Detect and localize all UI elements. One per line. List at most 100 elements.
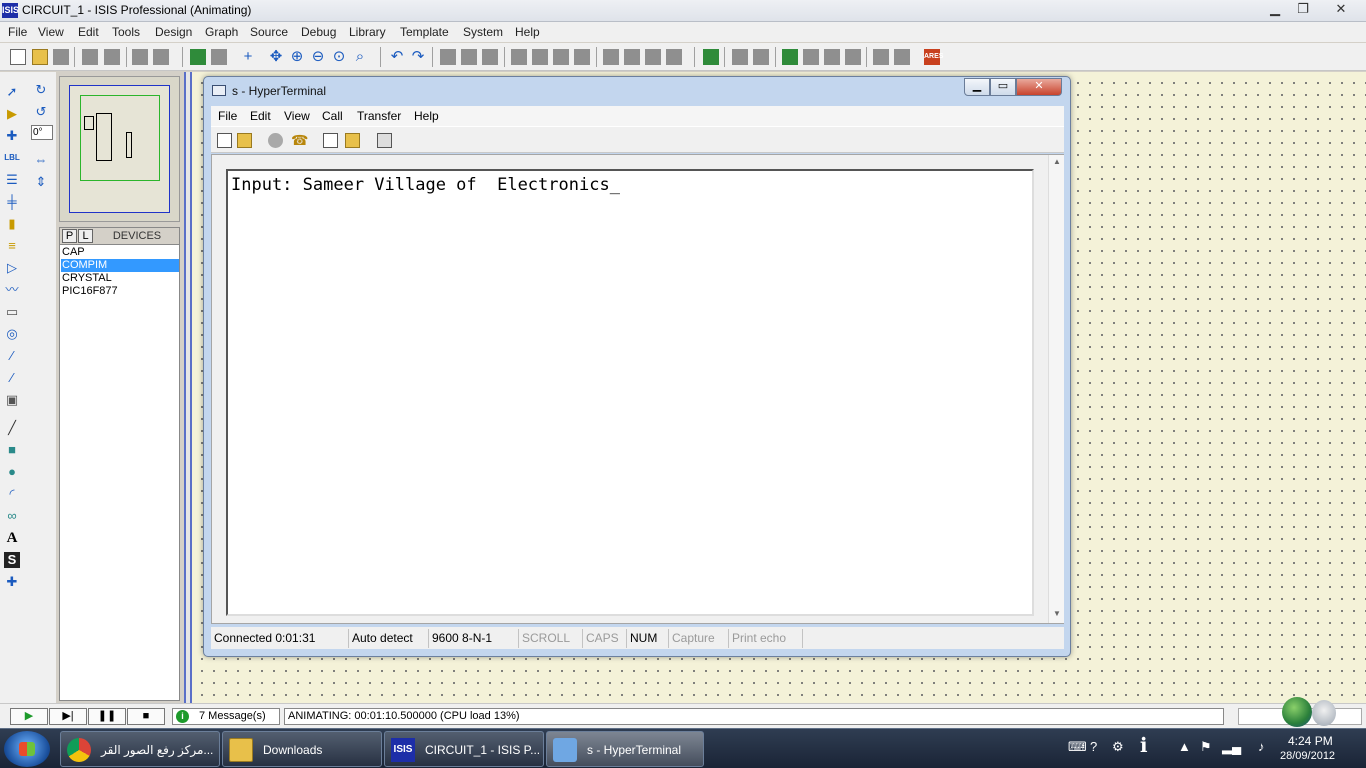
save-icon[interactable] <box>53 49 69 65</box>
device-pin-icon[interactable]: ▷ <box>4 260 20 276</box>
arc-icon[interactable]: ◜ <box>4 486 20 502</box>
menu-library[interactable]: Library <box>349 25 386 39</box>
junction-icon[interactable]: ✚ <box>4 128 20 144</box>
ares-icon[interactable]: ARES <box>924 49 943 65</box>
close-button[interactable]: ✕ <box>1320 1 1362 19</box>
paste-icon[interactable] <box>482 49 498 65</box>
scroll-up-icon[interactable]: ▲ <box>1049 157 1065 166</box>
device-item[interactable]: CRYSTAL <box>61 272 179 285</box>
task-isis[interactable]: ISIS CIRCUIT_1 - ISIS P... <box>384 731 544 767</box>
erc-icon[interactable] <box>824 49 840 65</box>
zoom-all-icon[interactable]: ⊙ <box>331 49 347 65</box>
help-icon[interactable]: ? <box>1090 739 1097 754</box>
zoom-out-icon[interactable]: ⊖ <box>310 49 326 65</box>
ht-vertical-scrollbar[interactable]: ▲ ▼ <box>1048 155 1064 623</box>
zoom-area-icon[interactable]: ⌕ <box>352 49 368 65</box>
clock-time[interactable]: 4:24 PM <box>1288 734 1333 748</box>
path-icon[interactable]: ∞ <box>4 508 20 524</box>
step-button[interactable]: ▶| <box>49 708 87 725</box>
property-tool-icon[interactable] <box>753 49 769 65</box>
play-button[interactable]: ▶ <box>10 708 48 725</box>
print-icon[interactable] <box>132 49 148 65</box>
mirror-x-icon[interactable]: ⇔ <box>33 152 49 168</box>
scroll-down-icon[interactable]: ▼ <box>1049 609 1065 618</box>
menu-design[interactable]: Design <box>155 25 192 39</box>
receive-icon[interactable] <box>345 133 360 148</box>
block-delete-icon[interactable] <box>574 49 590 65</box>
voltage-probe-icon[interactable]: ⁄ <box>4 348 20 364</box>
refresh-icon[interactable] <box>190 49 206 65</box>
tape-recorder-icon[interactable]: ▭ <box>4 304 20 320</box>
menu-graph[interactable]: Graph <box>205 25 238 39</box>
select-icon[interactable]: ➚ <box>4 84 20 100</box>
netlist-icon[interactable] <box>782 49 798 65</box>
hyperterminal-title-bar[interactable]: s - HyperTerminal ▁ ▭ ✕ <box>204 77 1070 105</box>
print-setup-icon[interactable] <box>153 49 169 65</box>
terminal-icon[interactable]: ≡ <box>4 238 20 254</box>
graph-icon[interactable]: 〰 <box>4 282 20 298</box>
design-explorer-icon[interactable] <box>894 49 910 65</box>
symbol-icon[interactable]: S <box>4 552 20 568</box>
signal-icon[interactable]: ▂▄ <box>1222 739 1241 755</box>
current-probe-icon[interactable]: ⁄ <box>4 370 20 386</box>
make-device-icon[interactable] <box>624 49 640 65</box>
virtual-instrument-icon[interactable]: ▣ <box>4 392 20 408</box>
menu-system[interactable]: System <box>463 25 503 39</box>
import-icon[interactable] <box>82 49 98 65</box>
origin-icon[interactable]: + <box>240 49 256 65</box>
network-icon[interactable]: ⚙ <box>1112 739 1124 755</box>
maximize-button[interactable]: ❐ <box>1290 1 1316 19</box>
subcircuit-icon[interactable]: ▮ <box>4 216 20 232</box>
ht-terminal-screen[interactable]: Input: Sameer Village of Electronics_ <box>226 169 1034 616</box>
zoom-in-icon[interactable]: ⊕ <box>289 49 305 65</box>
undo-icon[interactable]: ↶ <box>389 49 405 65</box>
device-item[interactable]: CAP <box>61 246 179 259</box>
ht-maximize-button[interactable]: ▭ <box>990 78 1016 96</box>
block-rotate-icon[interactable] <box>553 49 569 65</box>
copy-icon[interactable] <box>461 49 477 65</box>
pick-device-icon[interactable] <box>603 49 619 65</box>
open-icon[interactable] <box>237 133 252 148</box>
ht-menu-help[interactable]: Help <box>414 109 439 123</box>
bus-icon[interactable]: ╪ <box>4 194 20 210</box>
menu-debug[interactable]: Debug <box>301 25 336 39</box>
menu-view[interactable]: View <box>38 25 64 39</box>
redo-icon[interactable]: ↷ <box>410 49 426 65</box>
minimize-button[interactable]: ▁ <box>1262 1 1288 19</box>
new-file-icon[interactable] <box>10 49 26 65</box>
messages-box[interactable]: i 7 Message(s) <box>172 708 280 725</box>
export-icon[interactable] <box>104 49 120 65</box>
ht-close-button[interactable]: ✕ <box>1016 78 1062 96</box>
show-hidden-icon[interactable]: ▲ <box>1178 739 1191 754</box>
rotate-cw-icon[interactable]: ↻ <box>33 82 49 98</box>
device-item-selected[interactable]: COMPIM <box>61 259 179 272</box>
wire-label-icon[interactable]: LBL <box>2 150 22 166</box>
disconnect-icon[interactable] <box>268 133 283 148</box>
ht-menu-view[interactable]: View <box>284 109 310 123</box>
bom-icon[interactable] <box>803 49 819 65</box>
pause-button[interactable]: ❚❚ <box>88 708 126 725</box>
library-manager-button[interactable]: L <box>78 229 93 243</box>
packaging-icon[interactable] <box>645 49 661 65</box>
line-icon[interactable]: ╱ <box>4 420 20 436</box>
dial-icon[interactable]: ☎ <box>291 133 308 148</box>
overview-window[interactable] <box>59 76 180 222</box>
clock-date[interactable]: 28/09/2012 <box>1280 750 1335 762</box>
mirror-y-icon[interactable]: ⇕ <box>33 174 49 190</box>
info-tray-icon[interactable]: ℹ <box>1140 733 1148 758</box>
new-connection-icon[interactable] <box>217 133 232 148</box>
pick-devices-button[interactable]: P <box>62 229 77 243</box>
block-move-icon[interactable] <box>532 49 548 65</box>
circle-icon[interactable]: ● <box>4 464 20 480</box>
box-icon[interactable]: ■ <box>4 442 20 458</box>
report-icon[interactable] <box>845 49 861 65</box>
ht-menu-call[interactable]: Call <box>322 109 343 123</box>
rotate-ccw-icon[interactable]: ↺ <box>33 104 49 120</box>
flag-icon[interactable]: ⚑ <box>1200 739 1212 755</box>
ht-menu-transfer[interactable]: Transfer <box>357 109 401 123</box>
volume-icon[interactable]: ♪ <box>1258 739 1265 754</box>
panel-splitter[interactable] <box>184 72 192 703</box>
generator-icon[interactable]: ◎ <box>4 326 20 342</box>
send-icon[interactable] <box>323 133 338 148</box>
menu-help[interactable]: Help <box>515 25 540 39</box>
